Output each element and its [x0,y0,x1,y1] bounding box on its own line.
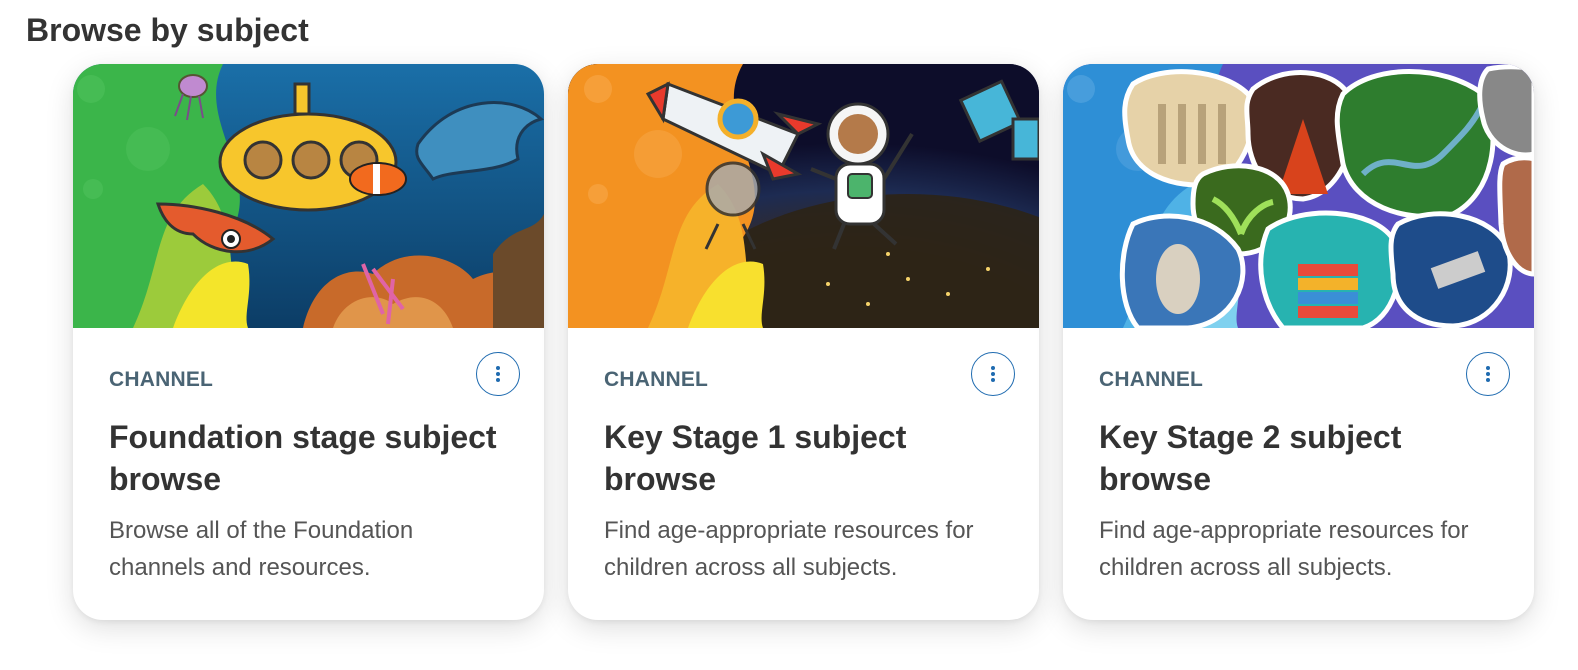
card-image-space [568,64,1039,328]
card-body: CHANNEL Foundation stage subject browse … [109,364,509,586]
card-body: CHANNEL Key Stage 2 subject browse Find … [1099,364,1499,586]
card-key-stage-2[interactable]: CHANNEL Key Stage 2 subject browse Find … [1063,64,1534,620]
card-foundation[interactable]: CHANNEL Foundation stage subject browse … [73,64,544,620]
section-title: Browse by subject [26,12,309,48]
card-eyebrow: CHANNEL [109,368,214,391]
card-description: Find age-appropriate resources for child… [604,517,974,581]
card-eyebrow: CHANNEL [604,368,709,391]
card-key-stage-1[interactable]: CHANNEL Key Stage 1 subject browse Find … [568,64,1039,620]
card-image-underwater [73,64,544,328]
card-title[interactable]: Foundation stage subject browse [109,416,509,500]
card-title[interactable]: Key Stage 1 subject browse [604,416,1004,500]
card-description: Browse all of the Foundation channels an… [109,517,414,581]
card-title[interactable]: Key Stage 2 subject browse [1099,416,1499,500]
card-image-collage [1063,64,1534,328]
card-eyebrow: CHANNEL [1099,368,1204,391]
card-body: CHANNEL Key Stage 1 subject browse Find … [604,364,1004,586]
card-description: Find age-appropriate resources for child… [1099,517,1469,581]
